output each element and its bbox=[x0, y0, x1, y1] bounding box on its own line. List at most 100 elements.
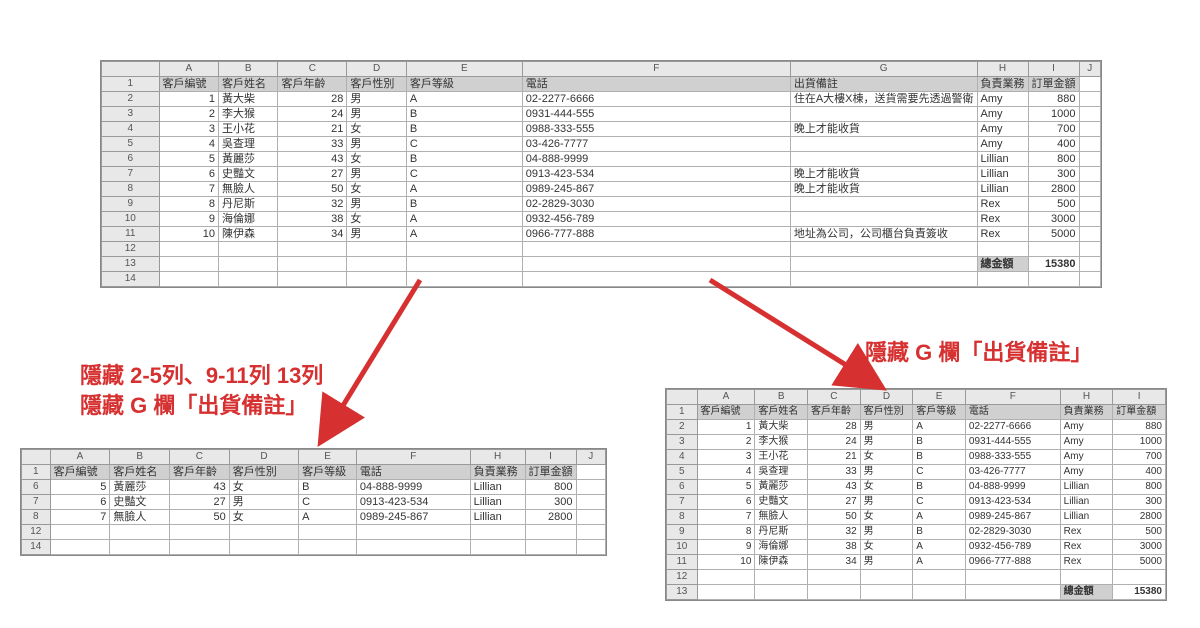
cell[interactable]: 2 bbox=[102, 92, 160, 107]
cell[interactable]: 21 bbox=[278, 122, 347, 137]
cell[interactable]: B bbox=[299, 480, 357, 495]
cell[interactable]: 300 bbox=[1113, 495, 1166, 510]
cell[interactable]: 13 bbox=[102, 257, 160, 272]
cell[interactable]: 客戶等級 bbox=[406, 77, 522, 92]
cell[interactable]: Amy bbox=[1060, 420, 1113, 435]
cell[interactable]: 客戶編號 bbox=[159, 77, 218, 92]
cell[interactable]: E bbox=[299, 450, 357, 465]
cell[interactable]: 負責業務 bbox=[470, 465, 525, 480]
cell[interactable] bbox=[299, 525, 357, 540]
cell[interactable]: H bbox=[1060, 390, 1113, 405]
cell[interactable]: 24 bbox=[808, 435, 861, 450]
cell[interactable]: 黃麗莎 bbox=[110, 480, 170, 495]
cell[interactable]: 5 bbox=[159, 152, 218, 167]
cell[interactable]: A bbox=[406, 92, 522, 107]
cell[interactable] bbox=[159, 257, 218, 272]
cell[interactable]: 客戶性別 bbox=[347, 77, 406, 92]
cell[interactable]: 晚上才能收貨 bbox=[790, 167, 977, 182]
cell[interactable] bbox=[525, 525, 576, 540]
cell[interactable]: 黃麗莎 bbox=[755, 480, 808, 495]
cell[interactable]: 女 bbox=[229, 510, 298, 525]
cell[interactable] bbox=[406, 257, 522, 272]
cell[interactable]: B bbox=[406, 107, 522, 122]
cell[interactable] bbox=[576, 540, 606, 555]
cell[interactable]: 0913-423-534 bbox=[522, 167, 790, 182]
cell[interactable]: 1000 bbox=[1113, 435, 1166, 450]
cell[interactable]: I bbox=[1028, 62, 1079, 77]
cell[interactable]: 50 bbox=[170, 510, 230, 525]
spreadsheet-right[interactable]: ABCDEFHI1客戶編號客戶姓名客戶年齡客戶性別客戶等級電話負責業務訂單金額2… bbox=[665, 388, 1167, 601]
cell[interactable]: A bbox=[406, 212, 522, 227]
cell[interactable]: 男 bbox=[347, 227, 406, 242]
cell[interactable] bbox=[860, 585, 913, 600]
cell[interactable]: 5000 bbox=[1113, 555, 1166, 570]
cell[interactable]: C bbox=[913, 495, 966, 510]
cell[interactable]: 陳伊森 bbox=[755, 555, 808, 570]
cell[interactable] bbox=[1060, 570, 1113, 585]
cell[interactable]: 李大猴 bbox=[219, 107, 278, 122]
cell[interactable] bbox=[576, 525, 606, 540]
cell[interactable]: 1000 bbox=[1028, 107, 1079, 122]
cell[interactable] bbox=[525, 540, 576, 555]
cell[interactable]: 12 bbox=[102, 242, 160, 257]
cell[interactable]: 1 bbox=[697, 420, 755, 435]
cell[interactable]: F bbox=[356, 450, 470, 465]
cell[interactable] bbox=[860, 570, 913, 585]
cell[interactable]: D bbox=[229, 450, 298, 465]
cell[interactable] bbox=[790, 197, 977, 212]
cell[interactable]: 男 bbox=[347, 167, 406, 182]
cell[interactable]: Lillian bbox=[977, 182, 1028, 197]
cell[interactable]: 女 bbox=[860, 480, 913, 495]
cell[interactable]: 34 bbox=[808, 555, 861, 570]
cell[interactable]: 王小花 bbox=[219, 122, 278, 137]
cell[interactable]: 客戶姓名 bbox=[110, 465, 170, 480]
cell[interactable]: 10 bbox=[667, 540, 698, 555]
cell[interactable]: 電話 bbox=[356, 465, 470, 480]
cell[interactable] bbox=[1079, 137, 1100, 152]
cell[interactable] bbox=[522, 257, 790, 272]
cell[interactable]: B bbox=[913, 525, 966, 540]
cell[interactable]: 無臉人 bbox=[110, 510, 170, 525]
cell[interactable] bbox=[808, 570, 861, 585]
cell[interactable]: 02-2277-6666 bbox=[965, 420, 1060, 435]
cell[interactable]: 男 bbox=[860, 525, 913, 540]
cell[interactable]: 3000 bbox=[1028, 212, 1079, 227]
cell[interactable]: 4 bbox=[102, 122, 160, 137]
cell[interactable]: 李大猴 bbox=[755, 435, 808, 450]
cell[interactable]: 43 bbox=[808, 480, 861, 495]
cell[interactable]: 21 bbox=[808, 450, 861, 465]
cell[interactable]: Amy bbox=[977, 92, 1028, 107]
cell[interactable]: Amy bbox=[977, 107, 1028, 122]
cell[interactable]: 海倫娜 bbox=[755, 540, 808, 555]
cell[interactable]: Lillian bbox=[1060, 480, 1113, 495]
cell[interactable]: 訂單金額 bbox=[1113, 405, 1166, 420]
cell[interactable]: 客戶年齡 bbox=[278, 77, 347, 92]
cell[interactable]: 史豔文 bbox=[219, 167, 278, 182]
cell[interactable]: 1 bbox=[22, 465, 51, 480]
cell[interactable]: 500 bbox=[1113, 525, 1166, 540]
cell[interactable] bbox=[50, 540, 110, 555]
cell[interactable]: 800 bbox=[1113, 480, 1166, 495]
cell[interactable]: B bbox=[406, 122, 522, 137]
cell[interactable] bbox=[1079, 167, 1100, 182]
cell[interactable]: 9 bbox=[667, 525, 698, 540]
cell[interactable] bbox=[1079, 227, 1100, 242]
cell[interactable]: 2800 bbox=[1028, 182, 1079, 197]
cell[interactable]: 0913-423-534 bbox=[965, 495, 1060, 510]
cell[interactable]: 客戶等級 bbox=[299, 465, 357, 480]
cell[interactable]: 04-888-9999 bbox=[522, 152, 790, 167]
cell[interactable]: 總金額 bbox=[977, 257, 1028, 272]
cell[interactable]: 男 bbox=[347, 92, 406, 107]
cell[interactable]: 9 bbox=[159, 212, 218, 227]
cell[interactable]: H bbox=[470, 450, 525, 465]
cell[interactable]: D bbox=[347, 62, 406, 77]
cell[interactable] bbox=[755, 570, 808, 585]
cell[interactable]: 女 bbox=[347, 182, 406, 197]
cell[interactable]: 史豔文 bbox=[110, 495, 170, 510]
cell[interactable]: C bbox=[406, 167, 522, 182]
cell[interactable]: 33 bbox=[808, 465, 861, 480]
cell[interactable]: 0931-444-555 bbox=[522, 107, 790, 122]
cell[interactable]: 2 bbox=[159, 107, 218, 122]
cell[interactable] bbox=[1079, 272, 1100, 287]
cell[interactable] bbox=[1028, 242, 1079, 257]
